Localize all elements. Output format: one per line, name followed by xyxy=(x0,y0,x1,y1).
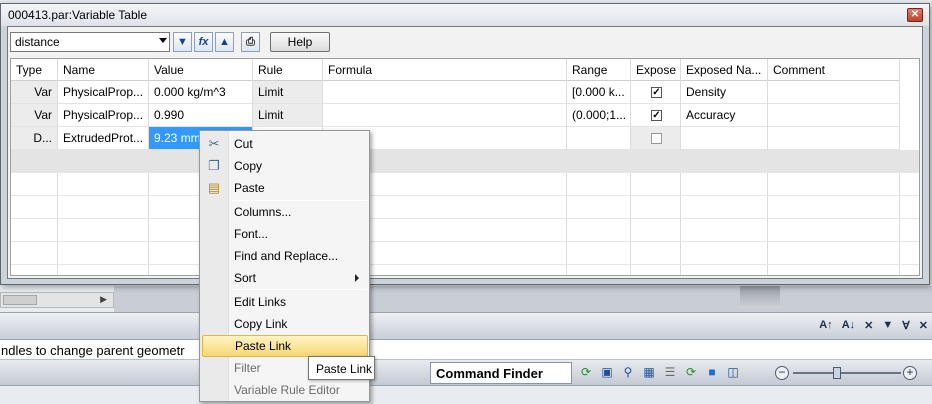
filter-icon[interactable]: ▼ xyxy=(173,32,192,52)
menu-item-copy-link[interactable]: Copy Link xyxy=(202,313,368,335)
font-increase-icon[interactable]: A↑ xyxy=(819,319,832,332)
header-expose[interactable]: Expose xyxy=(631,59,680,81)
close-window-button[interactable]: ✕ xyxy=(907,8,923,22)
rotate-icon[interactable]: ⟳ xyxy=(683,364,699,380)
prompt-text: ndles to change parent geometr xyxy=(0,340,932,360)
pin-icon[interactable]: ∀ xyxy=(902,319,910,332)
cell-range[interactable]: (0.000;1... xyxy=(567,104,630,127)
cell-formula[interactable] xyxy=(323,104,566,127)
cell-type[interactable]: Var xyxy=(11,104,57,127)
cell-type[interactable]: D... xyxy=(11,127,57,150)
menu-item-sort[interactable]: Sort xyxy=(202,267,368,289)
empty-row[interactable] xyxy=(11,173,919,196)
views-icon[interactable]: ◫ xyxy=(725,364,741,380)
tooltip: Paste Link xyxy=(308,356,375,380)
scrollbar-thumb[interactable] xyxy=(3,295,37,305)
zoom-area-icon[interactable]: ▣ xyxy=(599,364,615,380)
expose-checkbox[interactable] xyxy=(651,133,662,144)
empty-row[interactable] xyxy=(11,196,919,219)
status-bar: Command Finder ⟳ ▣ ⚲ ▦ ☰ ⟳ ■ ◫ − + xyxy=(0,360,932,386)
command-finder-input[interactable]: Command Finder xyxy=(430,362,572,384)
scroll-right-arrow-icon[interactable]: ▶ xyxy=(100,294,107,305)
variable-grid: Type Name Value Rule Formula Range Expos… xyxy=(10,58,920,276)
menu-item-find-replace[interactable]: Find and Replace... xyxy=(202,245,368,267)
cell-formula[interactable] xyxy=(323,81,566,104)
cell-comment[interactable] xyxy=(768,127,899,150)
filter-combo[interactable]: distance xyxy=(10,32,170,52)
title-bar[interactable]: 000413.par:Variable Table ✕ xyxy=(1,4,929,26)
header-value[interactable]: Value xyxy=(149,59,252,81)
variable-table-panel: distance ▼ fx ▲ ⎙ Help Type Name Value R… xyxy=(7,26,923,279)
close-prompt-icon[interactable]: ✕ xyxy=(864,319,873,332)
dropdown-icon[interactable]: ▼ xyxy=(882,319,893,332)
menu-item-variable-rule-editor[interactable]: Variable Rule Editor xyxy=(202,379,368,401)
chevron-down-icon[interactable] xyxy=(159,38,167,43)
cell-type[interactable]: Var xyxy=(11,81,57,104)
cell-rule[interactable]: Limit xyxy=(253,104,322,127)
cell-comment[interactable] xyxy=(768,81,899,104)
menu-separator xyxy=(232,289,367,290)
prompt-window-header: A↑ A↓ ✕ ▼ ∀ ✕ xyxy=(0,312,932,340)
menu-item-columns[interactable]: Columns... xyxy=(202,201,368,223)
window-title: 000413.par:Variable Table xyxy=(8,8,147,22)
zoom-knob[interactable] xyxy=(833,367,841,379)
cell-range[interactable]: [0.000 k... xyxy=(567,81,630,104)
cell-expose[interactable]: ✓ xyxy=(631,104,680,127)
close-pane-icon[interactable]: ✕ xyxy=(919,319,928,332)
toolbar: distance ▼ fx ▲ ⎙ Help xyxy=(8,27,922,57)
cell-value[interactable]: 0.990 xyxy=(149,104,252,127)
expose-checkbox[interactable]: ✓ xyxy=(651,87,662,98)
header-comment[interactable]: Comment xyxy=(768,59,899,81)
empty-row[interactable] xyxy=(11,242,919,265)
header-type[interactable]: Type xyxy=(11,59,57,81)
menu-item-paste[interactable]: Paste xyxy=(202,177,368,199)
submenu-arrow-icon xyxy=(355,274,359,282)
expose-checkbox[interactable]: ✓ xyxy=(651,110,662,121)
cell-exposed-name[interactable] xyxy=(681,127,767,150)
cell-value[interactable]: 0.000 kg/m^3 xyxy=(149,81,252,104)
menu-item-sort-label: Sort xyxy=(234,271,257,285)
zoom-out-icon[interactable]: − xyxy=(775,366,789,380)
refresh-icon[interactable]: ⟳ xyxy=(578,364,594,380)
pan-icon[interactable]: ☰ xyxy=(662,364,678,380)
formula-icon[interactable]: fx xyxy=(194,32,213,52)
help-button[interactable]: Help xyxy=(270,32,330,52)
menu-item-font[interactable]: Font... xyxy=(202,223,368,245)
cell-exposed-name[interactable]: Accuracy xyxy=(681,104,767,127)
header-exposed-name[interactable]: Exposed Na... xyxy=(681,59,767,81)
view-cube-icon[interactable]: ■ xyxy=(704,364,720,380)
cell-name[interactable]: PhysicalProp... xyxy=(58,81,148,104)
header-formula[interactable]: Formula xyxy=(323,59,566,81)
header-rule[interactable]: Rule xyxy=(253,59,322,81)
font-decrease-icon[interactable]: A↓ xyxy=(842,319,855,332)
empty-row[interactable] xyxy=(11,219,919,242)
menu-item-paste-link[interactable]: Paste Link xyxy=(202,335,368,357)
cell-name[interactable]: ExtrudedProt... xyxy=(58,127,148,150)
cell-exposed-name[interactable]: Density xyxy=(681,81,767,104)
model-edge xyxy=(740,286,780,308)
cell-range[interactable] xyxy=(567,127,630,150)
zoom-track xyxy=(793,372,901,374)
header-range[interactable]: Range xyxy=(567,59,630,81)
variable-filter-icon[interactable]: ▲ xyxy=(215,32,234,52)
menu-item-cut[interactable]: Cut xyxy=(202,133,368,155)
horizontal-scrollbar[interactable]: ▶ xyxy=(0,292,114,308)
zoom-slider[interactable]: − + xyxy=(775,366,917,380)
cell-name[interactable]: PhysicalProp... xyxy=(58,104,148,127)
zoom-in-icon[interactable]: + xyxy=(903,366,917,380)
zoom-icon[interactable]: ⚲ xyxy=(620,364,636,380)
cell-rule[interactable]: Limit xyxy=(253,81,322,104)
menu-item-edit-links[interactable]: Edit Links xyxy=(202,291,368,313)
menu-item-copy[interactable]: Copy xyxy=(202,155,368,177)
cell-comment[interactable] xyxy=(768,104,899,127)
cell-expose[interactable]: ✓ xyxy=(631,81,680,104)
print-icon[interactable]: ⎙ xyxy=(241,32,260,52)
cell-expose[interactable] xyxy=(631,127,680,150)
separator-row xyxy=(11,150,919,173)
header-name[interactable]: Name xyxy=(58,59,148,81)
variable-table-window: 000413.par:Variable Table ✕ distance ▼ f… xyxy=(0,3,930,285)
filter-combo-value: distance xyxy=(15,35,60,49)
fit-icon[interactable]: ▦ xyxy=(641,364,657,380)
